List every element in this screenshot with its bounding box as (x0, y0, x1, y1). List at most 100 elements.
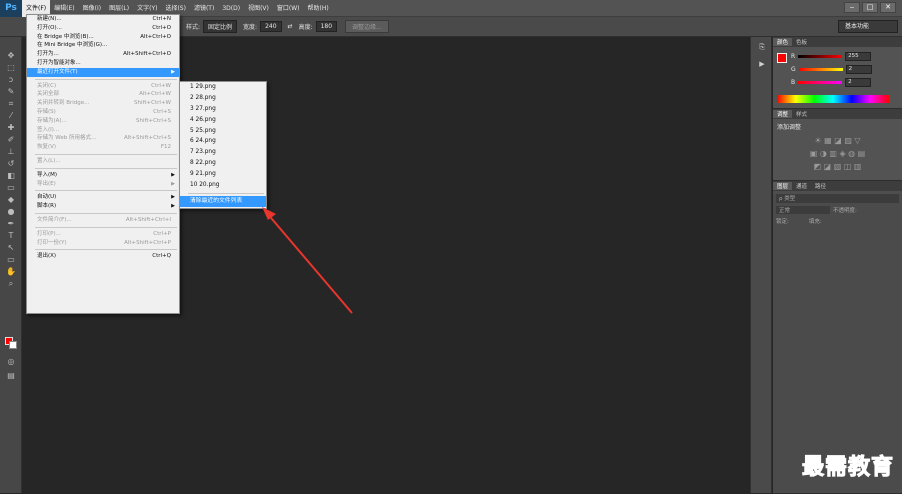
adjust-icons-row-3[interactable]: ◩ ◪ ▧ ◫ ▥ (773, 160, 902, 173)
history-panel-icon[interactable]: ⎘ (754, 40, 770, 54)
file-menu-item[interactable]: 退出(X) Ctrl+Q (27, 252, 179, 261)
adjust-icons-row-2[interactable]: ▣ ◑ ▥ ◈ ◍ ▤ (773, 147, 902, 160)
quick-select-tool-icon[interactable]: ✎ (2, 86, 20, 97)
tab-swatches[interactable]: 色板 (792, 38, 811, 46)
shape-tool-icon[interactable]: ▭ (2, 254, 20, 265)
file-menu-item[interactable]: 打开为... Alt+Shift+Ctrl+O (27, 50, 179, 59)
file-menu-item[interactable]: 新建(N)... Ctrl+N (27, 15, 179, 24)
file-menu-item[interactable]: 置入(L)... (27, 157, 179, 166)
menu-item-label: 自动(U) (37, 194, 57, 201)
clear-recent-files-item[interactable]: 清除最近的文件列表 (180, 195, 266, 207)
recent-file-item[interactable]: 10 20.png (180, 180, 266, 191)
file-menu-item[interactable]: 关闭(C) Ctrl+W (27, 82, 179, 91)
file-menu-item[interactable]: 存储为(A)... Shift+Ctrl+S (27, 117, 179, 126)
file-menu-item[interactable]: 打开(O)... Ctrl+O (27, 24, 179, 33)
workspace-select[interactable]: 基本功能 (838, 20, 898, 33)
r-value-input[interactable]: 255 (845, 52, 872, 61)
maximize-button[interactable]: □ (862, 2, 878, 13)
style-select[interactable]: 固定比例 (203, 20, 238, 33)
quick-mask-icon[interactable]: ◎ (2, 356, 20, 367)
recent-file-item[interactable]: 1 29.png (180, 82, 266, 93)
g-value-input[interactable]: 2 (845, 65, 872, 74)
file-menu-item[interactable]: 打印(P)... Ctrl+P (27, 230, 179, 239)
dodge-tool-icon[interactable]: ● (2, 206, 20, 217)
menu-help[interactable]: 帮助(H) (304, 0, 333, 17)
move-tool-icon[interactable]: ✥ (2, 50, 20, 61)
recent-file-item[interactable]: 5 25.png (180, 126, 266, 137)
menu-filter[interactable]: 滤镜(T) (190, 0, 218, 17)
file-menu-item[interactable]: 打开为智能对象... (27, 59, 179, 68)
crop-tool-icon[interactable]: ⌗ (2, 98, 20, 109)
recent-file-item[interactable]: 3 27.png (180, 104, 266, 115)
file-menu-item[interactable]: 恢复(V) F12 (27, 143, 179, 152)
tab-channels[interactable]: 通道 (792, 182, 811, 190)
hand-tool-icon[interactable]: ✋ (2, 266, 20, 277)
lasso-tool-icon[interactable]: ↄ (2, 74, 20, 85)
tab-layers[interactable]: 图层 (773, 182, 793, 190)
healing-tool-icon[interactable]: ✚ (2, 122, 20, 133)
file-menu-item[interactable]: 打印一份(Y) Alt+Shift+Ctrl+P (27, 239, 179, 248)
refine-edge-button[interactable]: 调整边缘... (345, 20, 389, 33)
type-tool-icon[interactable]: T (2, 230, 20, 241)
tab-adjustments[interactable]: 调整 (773, 110, 793, 118)
menu-3d[interactable]: 3D(D) (218, 0, 244, 17)
recent-file-item[interactable]: 4 26.png (180, 115, 266, 126)
file-menu-item[interactable]: 最近打开文件(T) ▶ (27, 67, 179, 77)
background-color-swatch[interactable] (9, 341, 17, 349)
eraser-tool-icon[interactable]: ◧ (2, 170, 20, 181)
tools-panel: ✥ ⬚ ↄ ✎ ⌗ ⁄ ✚ ✐ ⊥ ↺ ◧ ▭ ◆ ● ✒ T ↖ ▭ ✋ ⌕ … (0, 37, 22, 493)
blur-tool-icon[interactable]: ◆ (2, 194, 20, 205)
recent-file-item[interactable]: 8 22.png (180, 158, 266, 169)
minimize-button[interactable]: ‒ (844, 2, 860, 13)
file-menu-item[interactable]: 关闭全部 Alt+Ctrl+W (27, 90, 179, 99)
stamp-tool-icon[interactable]: ⊥ (2, 146, 20, 157)
layer-kind-filter[interactable]: ρ 类型 (776, 194, 899, 203)
height-input[interactable]: 180 (315, 21, 338, 32)
marquee-tool-icon[interactable]: ⬚ (2, 62, 20, 73)
recent-file-item[interactable]: 9 21.png (180, 169, 266, 180)
eyedropper-tool-icon[interactable]: ⁄ (2, 110, 20, 121)
menu-window[interactable]: 窗口(W) (273, 0, 304, 17)
gradient-tool-icon[interactable]: ▭ (2, 182, 20, 193)
tab-paths[interactable]: 路径 (811, 182, 830, 190)
recent-file-item[interactable]: 2 28.png (180, 93, 266, 104)
recent-file-item[interactable]: 6 24.png (180, 136, 266, 147)
swap-icon[interactable]: ⇄ (288, 23, 293, 30)
screen-mode-icon[interactable]: ▤ (2, 370, 20, 381)
file-menu-item[interactable]: 自动(U) ▶ (27, 193, 179, 202)
pen-tool-icon[interactable]: ✒ (2, 218, 20, 229)
file-menu-item[interactable]: 签入(I)... (27, 126, 179, 135)
file-menu-item[interactable]: 脚本(R) ▶ (27, 202, 179, 211)
width-input[interactable]: 240 (260, 21, 282, 32)
menu-item-label: 在 Mini Bridge 中浏览(G)... (37, 42, 108, 49)
menu-item-shortcut: Shift+Ctrl+W (134, 100, 171, 107)
file-menu-dropdown: 新建(N)... Ctrl+N 打开(O)... Ctrl+O 在 Bridge 中浏览… (26, 14, 180, 314)
g-slider[interactable] (798, 68, 843, 71)
r-slider[interactable] (798, 55, 843, 58)
color-fg-swatch[interactable] (777, 53, 787, 63)
adjust-icons-row-1[interactable]: ☀ ▦ ◪ ▨ ▽ (773, 134, 902, 147)
file-menu-item[interactable]: 在 Mini Bridge 中浏览(G)... (27, 41, 179, 50)
tab-styles[interactable]: 样式 (792, 110, 811, 118)
file-menu-item[interactable]: 存储为 Web 所用格式... Alt+Shift+Ctrl+S (27, 134, 179, 143)
zoom-tool-icon[interactable]: ⌕ (2, 278, 20, 289)
file-menu-item[interactable]: 在 Bridge 中浏览(B)... Alt+Ctrl+O (27, 33, 179, 42)
actions-panel-icon[interactable]: ▶ (754, 57, 770, 71)
file-menu-item[interactable]: 存储(S) Ctrl+S (27, 108, 179, 117)
tab-color[interactable]: 颜色 (773, 38, 793, 46)
menu-view[interactable]: 视图(V) (244, 0, 273, 17)
file-menu-item[interactable]: 文件简介(F)... Alt+Shift+Ctrl+I (27, 216, 179, 225)
brush-tool-icon[interactable]: ✐ (2, 134, 20, 145)
b-value-input[interactable]: 2 (845, 78, 872, 87)
blend-mode-select[interactable]: 正常 (776, 206, 830, 214)
close-button[interactable]: ✕ (880, 2, 896, 13)
history-brush-tool-icon[interactable]: ↺ (2, 158, 20, 169)
file-menu-item[interactable]: 关闭并转到 Bridge... Shift+Ctrl+W (27, 99, 179, 108)
b-slider[interactable] (798, 81, 843, 84)
path-select-tool-icon[interactable]: ↖ (2, 242, 20, 253)
color-spectrum-bar[interactable] (777, 95, 889, 103)
toolbar-grip[interactable] (0, 37, 21, 49)
file-menu-item[interactable]: 导入(M) ▶ (27, 171, 179, 180)
file-menu-item[interactable]: 导出(E) ▶ (27, 180, 179, 189)
recent-file-item[interactable]: 7 23.png (180, 147, 266, 158)
